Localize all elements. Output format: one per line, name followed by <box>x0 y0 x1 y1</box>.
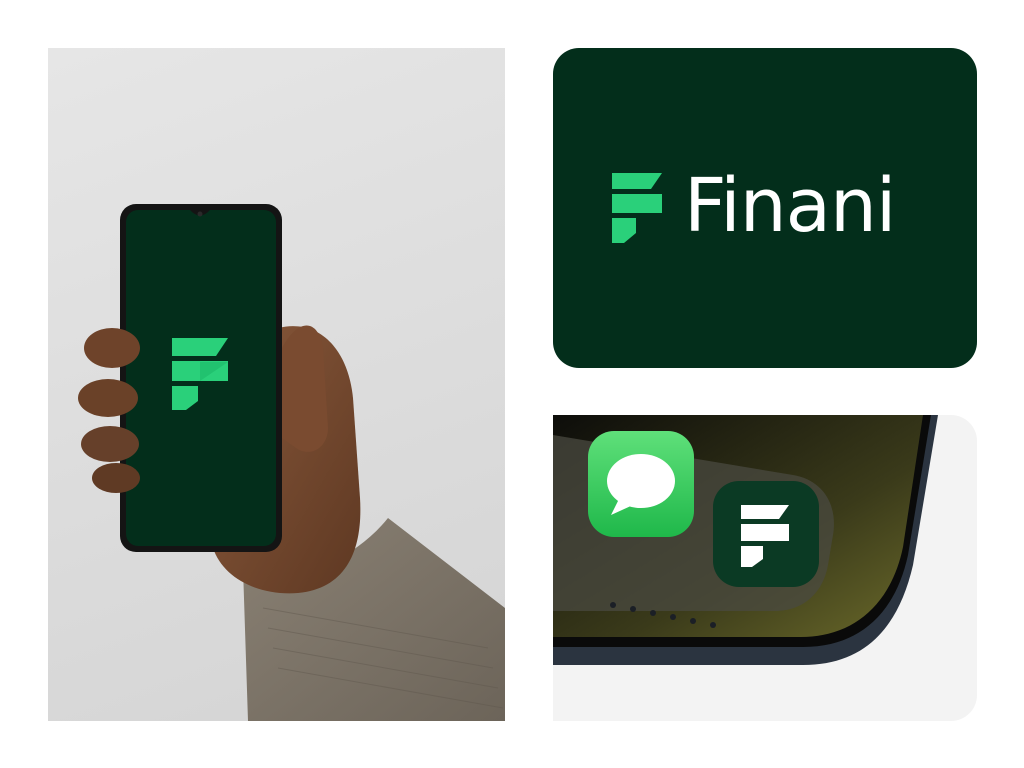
phone-mockup-photo <box>48 48 505 721</box>
brand-wordmark: Finani <box>684 163 896 249</box>
phone-corner-illustration <box>553 415 938 665</box>
phone-in-hand-illustration <box>78 204 505 721</box>
messages-app-icon[interactable] <box>588 431 694 537</box>
front-camera <box>197 211 203 217</box>
finger-index <box>84 328 140 368</box>
finani-app-icon[interactable] <box>713 481 819 587</box>
finger-middle <box>78 379 138 417</box>
app-icon-closeup-photo <box>553 415 977 721</box>
finger-pinky <box>92 463 140 493</box>
brand-wordmark-card: Finani <box>553 48 977 368</box>
finani-logo-icon <box>612 173 662 243</box>
finger-ring <box>81 426 139 462</box>
thumb <box>282 325 328 452</box>
